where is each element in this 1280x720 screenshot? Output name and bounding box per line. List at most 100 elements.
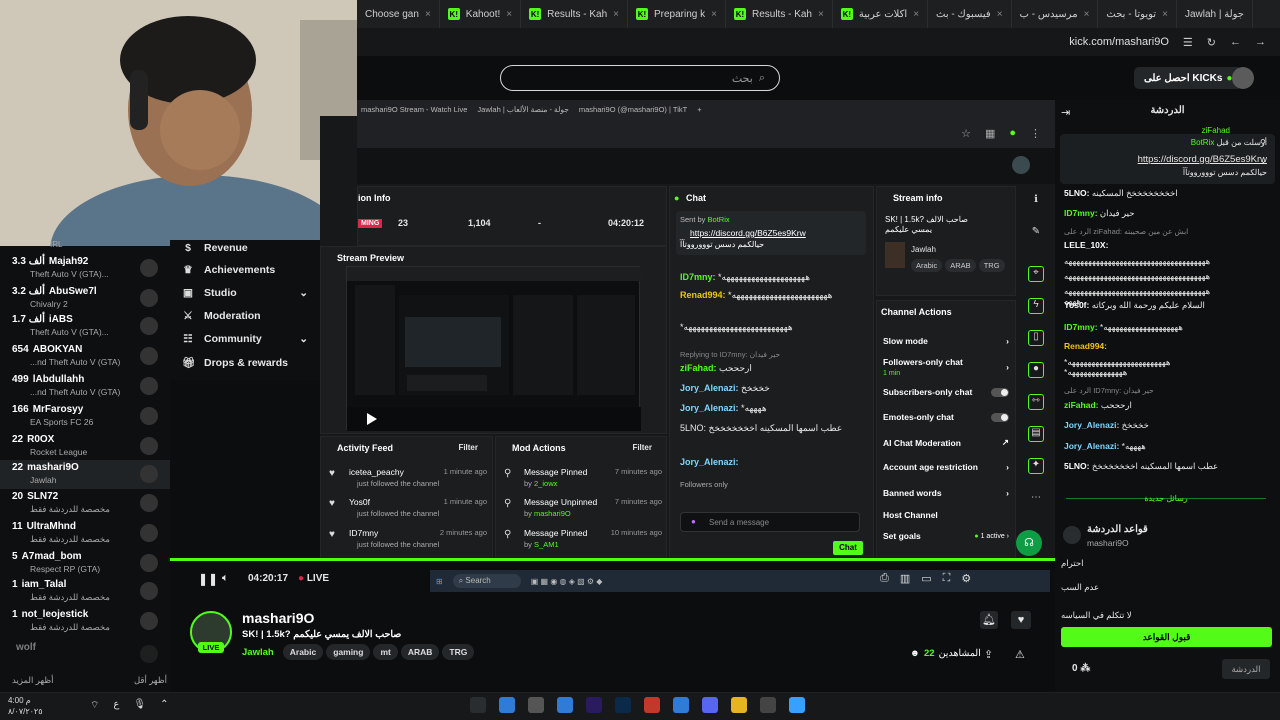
collapse-icon[interactable]: ⇥ bbox=[1061, 106, 1070, 119]
app-icon[interactable] bbox=[673, 697, 689, 713]
browser-tab[interactable]: فيسبوك - بث × bbox=[928, 0, 1012, 28]
tag-pill[interactable]: Arabic bbox=[911, 259, 943, 272]
more-icon[interactable]: ⋮ bbox=[1030, 127, 1041, 140]
followed-channel[interactable]: 5 A7mad_bom Respect RP (GTA) bbox=[0, 549, 170, 578]
accept-rules-button[interactable]: قبول القواعد bbox=[1061, 627, 1272, 647]
search-input[interactable]: بحث ⌕ bbox=[500, 65, 780, 91]
app-icon[interactable] bbox=[644, 697, 660, 713]
fullscreen-icon[interactable]: ⛶ bbox=[943, 572, 951, 585]
chat-user[interactable]: ID7mny: bbox=[1064, 322, 1098, 332]
wifi-icon[interactable]: ⌔ bbox=[90, 699, 99, 712]
chat-user[interactable]: ziFahad: bbox=[1064, 400, 1098, 410]
followed-channel[interactable]: 654 ABOKYAN ...nd Theft Auto V (GTA) bbox=[0, 342, 170, 371]
discord-icon[interactable] bbox=[702, 697, 718, 713]
tag-pill[interactable]: ARAB bbox=[945, 259, 976, 272]
keyboard-icon[interactable]: ع bbox=[113, 699, 119, 712]
mod-user[interactable]: mashari9O bbox=[534, 509, 571, 518]
activity-user[interactable]: icetea_peachy bbox=[349, 467, 404, 477]
followed-channel[interactable]: 3.2 ألف AbuSwe7l Chivalry 2 bbox=[0, 284, 170, 313]
menu-item-studio[interactable]: ▣ Studio ⌄ bbox=[182, 287, 308, 299]
show-less-button[interactable]: أظهر أقل bbox=[134, 675, 167, 686]
menu-item-community[interactable]: ☷ Community ⌄ bbox=[182, 333, 308, 345]
chat-user[interactable]: Jory_Alenazi: bbox=[680, 403, 739, 413]
chrome-icon[interactable] bbox=[499, 697, 515, 713]
chat-user[interactable]: Jory_Alenazi: bbox=[680, 383, 739, 393]
followed-channel[interactable]: 499 lAbdullahh ...nd Theft Auto V (GTA) bbox=[0, 372, 170, 401]
share-icon[interactable]: ⇪ bbox=[984, 648, 993, 661]
chevron-up-icon[interactable]: ⌃ bbox=[160, 699, 168, 712]
support-icon[interactable]: ☊ bbox=[1016, 530, 1042, 556]
theater-icon[interactable]: ▭ bbox=[921, 572, 931, 585]
wrench-icon[interactable]: ✦ bbox=[1028, 458, 1044, 474]
chevron-down-icon[interactable]: ⌄ bbox=[1260, 156, 1267, 165]
close-icon[interactable]: × bbox=[1084, 9, 1090, 20]
account-age-row[interactable]: Account age restriction › bbox=[883, 462, 1009, 472]
photoshop-icon[interactable] bbox=[615, 697, 631, 713]
close-icon[interactable]: × bbox=[613, 9, 619, 20]
filter-button[interactable]: Filter bbox=[632, 443, 652, 452]
followed-channel[interactable]: 11 UltraMhnd مخصصة للدردشة فقط bbox=[0, 519, 170, 548]
focus-icon[interactable]: ⌖ bbox=[1028, 266, 1044, 282]
dashboard-tab[interactable]: mashari9O (@mashari9O) | TikT bbox=[579, 105, 687, 114]
browser-tab[interactable]: مرسيدس - ب × bbox=[1012, 0, 1099, 28]
host-channel-row[interactable]: Host Channel bbox=[883, 510, 1009, 520]
tag-pill[interactable]: Arabic bbox=[282, 644, 324, 660]
mod-user[interactable]: 2_iowx bbox=[534, 479, 557, 488]
lightning-icon[interactable]: ϟ bbox=[1028, 298, 1044, 314]
subscribers-only-row[interactable]: Subscribers-only chat bbox=[883, 387, 1009, 397]
kicks-balance[interactable]: 0 ⁂ bbox=[1072, 663, 1090, 674]
tag-pill[interactable]: gaming bbox=[326, 644, 371, 660]
followed-channel[interactable]: 1 not_leojestick مخصصة للدردشة فقط bbox=[0, 607, 170, 636]
windows-icon[interactable] bbox=[789, 697, 805, 713]
pinned-link[interactable]: https://discord.gg/B6Z5es9Krw bbox=[1138, 154, 1267, 165]
banned-words-row[interactable]: Banned words › bbox=[883, 488, 1009, 498]
report-icon[interactable]: ⚠ bbox=[1015, 648, 1025, 661]
microphone-icon[interactable]: 🎙︎ bbox=[133, 699, 146, 712]
category-thumbnail[interactable] bbox=[885, 242, 905, 268]
browser-tab[interactable]: Jawlah | جولة bbox=[1177, 0, 1253, 28]
chat-user[interactable]: LELE_10X: bbox=[1064, 240, 1108, 250]
pinned-user[interactable]: BotRix bbox=[708, 215, 730, 224]
star-icon[interactable]: ☆ bbox=[961, 127, 971, 140]
new-tab-icon[interactable]: + bbox=[697, 105, 701, 114]
mic-icon[interactable]: ● bbox=[691, 517, 696, 526]
channel-name[interactable]: mashari9O bbox=[242, 610, 314, 626]
unpin-icon[interactable]: ⚲ bbox=[1260, 138, 1266, 147]
forward-icon[interactable]: → bbox=[1255, 36, 1266, 48]
split-icon[interactable]: ⇿ bbox=[1028, 394, 1044, 410]
close-icon[interactable]: × bbox=[997, 9, 1003, 20]
layout-icon[interactable]: ▤ bbox=[1028, 426, 1044, 442]
chat-send-button[interactable]: الدردشة bbox=[1222, 659, 1270, 679]
settings-app-icon[interactable] bbox=[528, 697, 544, 713]
mod-user[interactable]: S_AM1 bbox=[534, 540, 559, 549]
follow-heart-icon[interactable]: ♥ bbox=[1011, 611, 1031, 629]
toggle[interactable] bbox=[991, 412, 1009, 422]
set-goals-row[interactable]: Set goals ● 1 active › bbox=[883, 531, 1009, 541]
chat-user[interactable]: ID7mny: bbox=[680, 272, 716, 282]
toggle[interactable] bbox=[991, 387, 1009, 397]
chat-user[interactable]: Yos0f: bbox=[1064, 300, 1089, 310]
chrome-icon[interactable] bbox=[557, 697, 573, 713]
chat-user[interactable]: Jory_Alenazi: bbox=[1064, 441, 1119, 451]
pinned-message[interactable]: BotRix أرسلت من قبل https://discord.gg/B… bbox=[1060, 134, 1275, 184]
phone-icon[interactable]: ▯ bbox=[1028, 330, 1044, 346]
followed-channel[interactable]: 1.7 ألف iABS Theft Auto V (GTA)... bbox=[0, 312, 170, 341]
browser-tab[interactable]: K! اكلات عربية × bbox=[833, 0, 929, 28]
emotes-only-row[interactable]: Emotes-only chat bbox=[883, 412, 1009, 422]
menu-item-revenue[interactable]: $ Revenue bbox=[182, 242, 248, 254]
chat-send-button[interactable]: Chat bbox=[833, 541, 863, 555]
menu-item-drops[interactable]: 🎁︎ Drops & rewards bbox=[182, 356, 288, 370]
menu-item-achievements[interactable]: ♛ Achievements bbox=[182, 264, 275, 276]
chat-user[interactable]: Renad994: bbox=[1064, 341, 1107, 351]
clip-icon[interactable]: ⎙ bbox=[880, 572, 889, 585]
chat-user[interactable]: ID7mny: bbox=[1064, 208, 1098, 218]
browser-tab[interactable]: K! Results - Kah × bbox=[726, 0, 833, 28]
close-icon[interactable]: × bbox=[913, 9, 919, 20]
followed-channel[interactable]: 1 iam_Talal مخصصة للدردشة فقط bbox=[0, 577, 170, 606]
chat-user[interactable]: Renad994: bbox=[680, 290, 726, 300]
chat-bubble-icon[interactable]: ● bbox=[1028, 362, 1044, 378]
browser-tab[interactable]: K! Results - Kah × bbox=[521, 0, 628, 28]
followers-only-row[interactable]: Followers-only chat 1 min › bbox=[883, 357, 1009, 377]
tag-pill[interactable]: TRG bbox=[442, 644, 475, 660]
stream-category[interactable]: Jawlah bbox=[911, 245, 936, 254]
